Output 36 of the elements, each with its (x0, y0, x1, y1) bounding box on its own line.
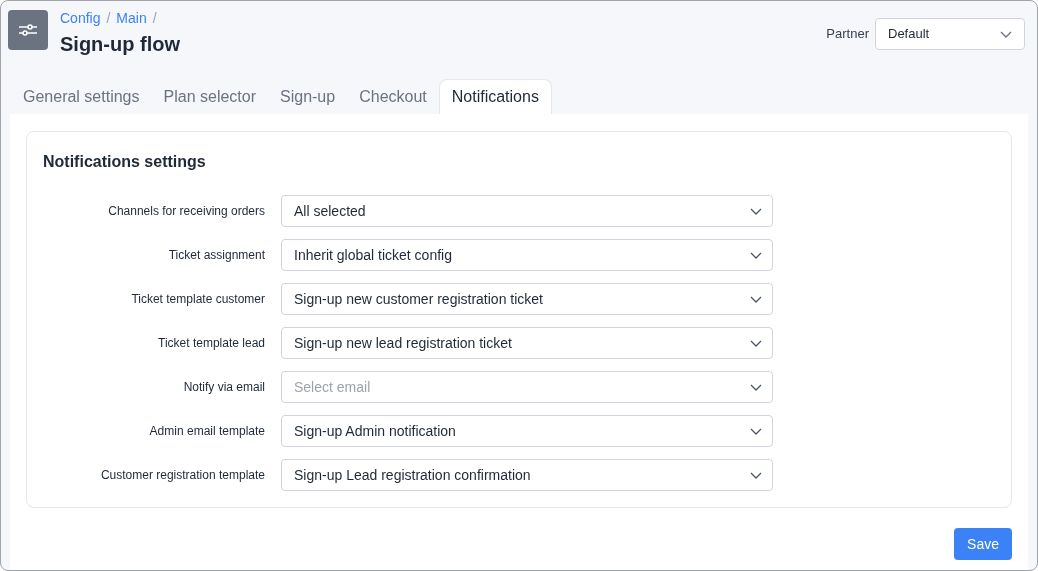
select-field[interactable]: Inherit global ticket config (281, 239, 773, 271)
partner-select[interactable]: Default (875, 18, 1025, 50)
select-field[interactable]: Sign-up Lead registration confirmation (281, 459, 773, 491)
chevron-down-icon (750, 207, 762, 215)
chevron-down-icon (1000, 30, 1012, 38)
field-label: Customer registration template (99, 467, 266, 484)
chevron-down-icon (750, 339, 762, 347)
select-field[interactable]: All selected (281, 195, 773, 227)
field-label: Ticket template customer (130, 291, 266, 308)
field-label: Channels for receiving orders (107, 203, 266, 220)
field-label: Notify via email (182, 379, 266, 396)
tab[interactable]: General settings (11, 79, 152, 114)
tab[interactable]: Checkout (347, 79, 439, 114)
save-button[interactable]: Save (954, 528, 1012, 560)
settings-icon (8, 10, 48, 50)
breadcrumb-separator: / (106, 10, 111, 26)
select-field[interactable]: Sign-up new customer registration ticket (281, 283, 773, 315)
chevron-down-icon (750, 251, 762, 259)
chevron-down-icon (750, 295, 762, 303)
page-title: Sign-up flow (60, 32, 180, 56)
chevron-down-icon (750, 383, 762, 391)
section-title: Notifications settings (43, 152, 207, 172)
breadcrumb-link[interactable]: Config (60, 10, 101, 26)
chevron-down-icon (750, 427, 762, 435)
breadcrumb-separator: / (152, 10, 157, 26)
breadcrumb-link[interactable]: Main (116, 10, 147, 26)
field-label: Admin email template (148, 423, 266, 440)
chevron-down-icon (750, 471, 762, 479)
partner-label: Partner (826, 25, 869, 44)
field-label: Ticket assignment (167, 247, 266, 264)
select-field[interactable]: Sign-up new lead registration ticket (281, 327, 773, 359)
tab[interactable]: Sign-up (268, 79, 348, 114)
tab[interactable]: Notifications (438, 79, 552, 114)
select-field[interactable]: Sign-up Admin notification (281, 415, 773, 447)
field-label: Ticket template lead (157, 335, 266, 352)
tab[interactable]: Plan selector (151, 79, 268, 114)
